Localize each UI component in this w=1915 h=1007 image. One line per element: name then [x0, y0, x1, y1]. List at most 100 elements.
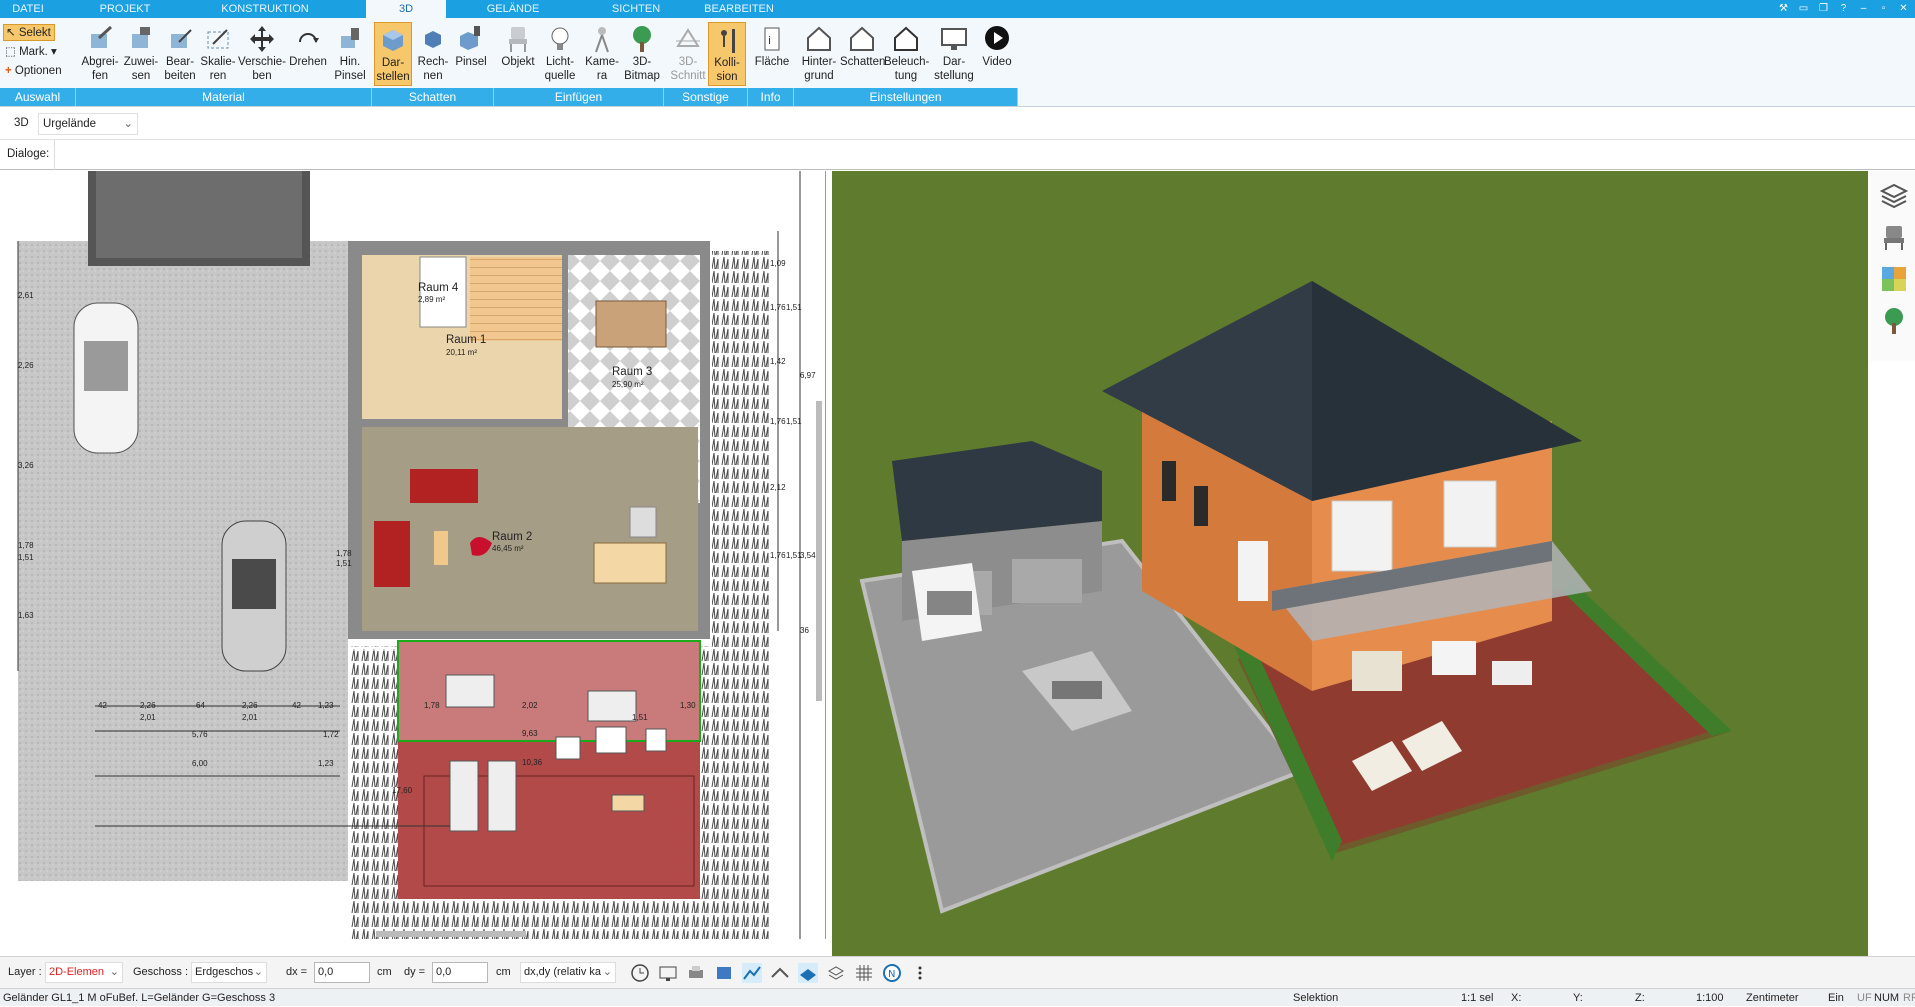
group-auswahl: Auswahl — [0, 88, 76, 106]
floor-plan-canvas[interactable] — [0, 171, 826, 939]
presentation-button[interactable]: Dar- stellung — [932, 22, 976, 86]
tree-icon[interactable] — [1880, 307, 1908, 335]
side-toolbar — [1870, 171, 1915, 361]
move-material-button[interactable]: Verschie- ben — [238, 22, 286, 86]
group-sonstige: Sonstige — [664, 88, 748, 106]
tab-3d[interactable]: 3D — [366, 0, 446, 18]
snap-icon[interactable] — [742, 963, 762, 983]
pick-material-button[interactable]: Abgrei- fen — [78, 22, 122, 86]
room-name: Raum 4 — [418, 282, 459, 294]
layers-icon[interactable] — [1879, 181, 1909, 209]
dimension-label: 42 — [292, 701, 301, 710]
options-button[interactable]: + Optionen — [3, 63, 62, 80]
clock-icon[interactable] — [630, 963, 650, 983]
dimension-label: 1,76 — [770, 417, 786, 426]
light-source-button[interactable]: Licht- quelle — [540, 22, 580, 86]
walls-icon[interactable] — [770, 963, 790, 983]
group-schatten: Schatten — [372, 88, 494, 106]
object-button[interactable]: Objekt — [498, 22, 538, 86]
select-button[interactable]: ↖ Selekt — [3, 24, 55, 41]
area-button[interactable]: i Fläche — [752, 22, 792, 86]
dimension-label: 2,01 — [140, 713, 156, 722]
dimension-label: 1,51 — [632, 713, 648, 722]
camera-button[interactable]: Kame- ra — [582, 22, 622, 86]
lighting-button[interactable]: Beleuch- tung — [884, 22, 929, 86]
layers-small-icon[interactable] — [826, 963, 846, 983]
tools-icon[interactable]: ⚒ — [1776, 1, 1791, 16]
rotate-material-button[interactable]: Drehen — [288, 22, 328, 86]
bitmap-3d-button[interactable]: 3D- Bitmap — [622, 22, 662, 86]
shadow-button[interactable]: Schatten — [840, 22, 885, 86]
more-icon[interactable] — [910, 963, 930, 983]
tree-icon — [633, 26, 651, 52]
dimension-label: 2,26 — [18, 361, 34, 370]
cursor-icon: ↖ — [6, 27, 16, 39]
maximize-icon[interactable]: ▫ — [1876, 1, 1891, 16]
chevron-down-icon: ⌄ — [602, 966, 612, 978]
edit-material-button[interactable]: Bear- beiten — [160, 22, 200, 86]
dimension-label: 3,54 — [800, 551, 816, 560]
dimension-label: 1,42 — [770, 357, 786, 366]
restore-icon[interactable]: ❐ — [1816, 1, 1831, 16]
background-button[interactable]: Hinter- grund — [798, 22, 840, 86]
dx-unit: cm — [377, 966, 392, 978]
minimize-icon[interactable]: – — [1856, 1, 1871, 16]
screen-icon[interactable] — [658, 963, 678, 983]
display-button[interactable]: Dar- stellen — [374, 22, 412, 86]
chair-icon — [509, 27, 527, 52]
grid-icon[interactable] — [854, 963, 874, 983]
chevron-down-icon: ⌄ — [253, 966, 263, 978]
scale-material-button[interactable]: Skalie- ren — [198, 22, 238, 86]
dy-unit: cm — [496, 966, 511, 978]
status-uf: UF — [1857, 992, 1872, 1004]
print-icon[interactable] — [686, 963, 706, 983]
object-icon[interactable] — [714, 963, 734, 983]
layer-select[interactable]: 2D-Elemen ⌄ — [45, 962, 123, 983]
status-message: Geländer GL1_1 M oFuBef. L=Geländer G=Ge… — [3, 992, 276, 1004]
marquee-icon: ⬚ — [5, 46, 16, 58]
chevron-down-icon: ⌄ — [109, 966, 119, 978]
svg-text:N: N — [888, 969, 895, 980]
section-3d-button[interactable]: 3D- Schnitt — [668, 22, 708, 86]
house-light-icon — [894, 26, 918, 51]
materials-icon[interactable] — [1880, 265, 1908, 293]
shadow-brush-button[interactable]: Pinsel — [452, 22, 490, 86]
geschoss-select[interactable]: Erdgeschos ⌄ — [191, 962, 267, 983]
dimension-label: 1,23 — [318, 701, 334, 710]
window-icon[interactable]: ▭ — [1796, 1, 1811, 16]
group-info: Info — [748, 88, 794, 106]
dimension-label: 1,51 — [18, 553, 34, 562]
terrain-select[interactable]: Urgelände ⌄ — [38, 113, 138, 135]
tab-projekt[interactable]: PROJEKT — [90, 0, 160, 18]
room-name: Raum 2 — [492, 531, 533, 543]
background-brush-button[interactable]: Hin. Pinsel — [330, 22, 370, 86]
tab-sichten[interactable]: SICHTEN — [600, 0, 672, 18]
floor-plan-view[interactable]: Raum 4 2,89 m² Raum 1 20,11 m² Raum 3 25… — [0, 171, 826, 939]
north-icon[interactable]: N — [882, 963, 902, 983]
plus-icon: + — [5, 65, 12, 77]
tab-gelaende[interactable]: GELÄNDE — [470, 0, 556, 18]
status-scale: 1:100 — [1696, 992, 1724, 1004]
close-icon[interactable]: ✕ — [1896, 1, 1911, 16]
dimension-label: 1,30 — [680, 701, 696, 710]
dy-input[interactable]: 0,0 — [432, 962, 488, 983]
collision-button[interactable]: Kolli- sion — [708, 22, 746, 86]
dx-input[interactable]: 0,0 — [314, 962, 370, 983]
view-bar: 3D Urgelände ⌄ — [0, 108, 1915, 140]
tab-datei[interactable]: DATEI — [0, 0, 56, 18]
tab-bearbeiten[interactable]: BEARBEITEN — [700, 0, 778, 18]
room-area: 25,90 m² — [612, 380, 644, 389]
coordinate-mode-select[interactable]: dx,dy (relativ ka ⌄ — [520, 962, 616, 983]
move-arrows-icon — [250, 26, 274, 52]
plane-icon[interactable] — [798, 963, 818, 983]
video-button[interactable]: Video — [978, 22, 1016, 86]
tab-konstruktion[interactable]: KONSTRUKTION — [210, 0, 320, 18]
mark-button[interactable]: ⬚ Mark. ▾ — [3, 44, 57, 61]
assign-material-button[interactable]: Zuwei- sen — [120, 22, 162, 86]
3d-view[interactable] — [832, 171, 1868, 956]
dimension-label: 64 — [196, 701, 205, 710]
chair-icon[interactable] — [1880, 223, 1908, 251]
compute-button[interactable]: Rech- nen — [414, 22, 452, 86]
3d-scene[interactable] — [832, 171, 1868, 956]
help-icon[interactable]: ? — [1836, 1, 1851, 16]
